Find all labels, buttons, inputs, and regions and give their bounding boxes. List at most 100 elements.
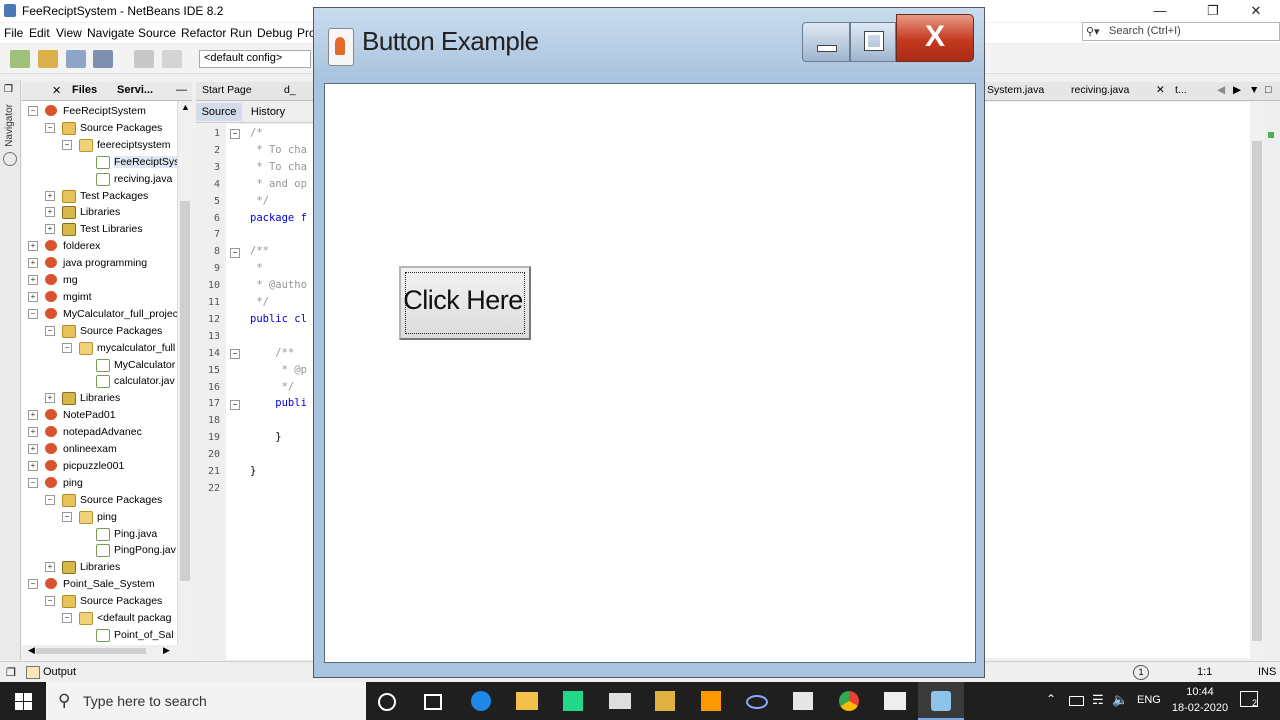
store-icon[interactable] <box>793 692 813 710</box>
mail-icon[interactable] <box>609 693 631 709</box>
volume-icon[interactable]: 🔈 <box>1112 692 1128 708</box>
menu-refactor[interactable]: Refactor <box>181 26 226 40</box>
link-icon[interactable] <box>746 695 768 709</box>
collapse-icon[interactable]: − <box>62 613 72 623</box>
wifi-icon[interactable]: ☴ <box>1092 692 1104 708</box>
tab-system-java[interactable]: System.java <box>987 84 1044 96</box>
tab-other-file[interactable]: t... <box>1175 84 1187 96</box>
menu-run[interactable]: Run <box>230 26 252 40</box>
collapse-icon[interactable]: − <box>45 494 55 505</box>
collapse-icon[interactable]: − <box>28 308 38 319</box>
collapse-icon[interactable]: − <box>62 342 72 353</box>
ide-close-icon[interactable]: ✕ <box>1236 1 1276 21</box>
tree-vertical-scrollbar[interactable]: ▲ <box>177 101 192 646</box>
tab-reciving-java[interactable]: reciving.java <box>1071 84 1129 96</box>
redo-icon[interactable] <box>162 50 182 68</box>
navigator-tab[interactable]: Navigator <box>4 104 15 147</box>
file-explorer-icon[interactable] <box>516 692 538 710</box>
editor-vertical-scrollbar[interactable] <box>1250 126 1264 656</box>
code-editor-right[interactable] <box>985 102 1250 658</box>
tab-files[interactable]: Files <box>72 84 97 96</box>
output-tab[interactable]: Output <box>43 666 76 678</box>
scroll-left-icon[interactable]: ◀ <box>28 645 35 656</box>
fold-toggle-icon[interactable]: − <box>230 349 240 359</box>
menu-view[interactable]: View <box>56 26 82 40</box>
new-file-icon[interactable] <box>10 50 30 68</box>
expand-icon[interactable]: + <box>28 444 38 454</box>
close-button[interactable]: X <box>896 14 974 62</box>
menu-debug[interactable]: Debug <box>257 26 292 40</box>
collapse-icon[interactable]: − <box>45 122 55 133</box>
code-editor[interactable]: /* * To cha * To cha * and op */ package … <box>242 124 313 660</box>
fold-toggle-icon[interactable]: − <box>230 248 240 258</box>
active-app-highlight[interactable] <box>918 682 964 720</box>
expand-icon[interactable]: + <box>45 190 55 201</box>
open-project-icon[interactable] <box>66 50 86 68</box>
minimize-panel-icon[interactable]: — <box>176 84 187 96</box>
config-select[interactable]: <default config> <box>199 50 311 68</box>
collapse-icon[interactable]: − <box>28 579 38 590</box>
expand-icon[interactable]: + <box>45 393 55 404</box>
close-tab-icon[interactable]: ✕ <box>1156 84 1165 96</box>
scroll-up-icon[interactable]: ▲ <box>181 102 190 112</box>
expand-icon[interactable]: + <box>45 562 55 573</box>
new-project-icon[interactable] <box>38 50 58 68</box>
tab-scroll-left-icon[interactable]: ◀ <box>1217 84 1225 96</box>
notifications-icon[interactable]: 1 <box>1133 665 1149 680</box>
maximize-button[interactable] <box>850 22 896 62</box>
edge-icon[interactable] <box>471 691 491 711</box>
menu-source[interactable]: Source <box>138 26 176 40</box>
horizontal-thumb[interactable] <box>36 648 146 654</box>
click-here-button[interactable]: Click Here <box>399 266 531 340</box>
language-indicator[interactable]: ENG <box>1137 694 1161 706</box>
menu-navigate[interactable]: Navigate <box>87 26 134 40</box>
sublime-icon[interactable] <box>701 691 721 711</box>
history-view-button[interactable]: History <box>246 103 290 121</box>
undo-icon[interactable] <box>134 50 154 68</box>
expand-icon[interactable]: + <box>28 258 38 269</box>
tab-list-icon[interactable]: ▼ <box>1249 84 1259 96</box>
ide-minimize-icon[interactable]: — <box>1140 1 1180 21</box>
ide-search-input[interactable]: ⚲▾ Search (Ctrl+I) <box>1082 22 1280 41</box>
services-icon[interactable] <box>3 152 17 166</box>
window-title-bar[interactable]: Button Example X <box>314 8 984 80</box>
expand-icon[interactable]: + <box>28 460 38 471</box>
notification-center-icon[interactable]: 2 <box>1240 691 1258 708</box>
collapse-icon[interactable]: − <box>62 139 72 150</box>
expand-icon[interactable]: + <box>28 291 38 302</box>
tray-chevron-icon[interactable]: ⌃ <box>1046 692 1056 706</box>
expand-icon[interactable]: + <box>28 427 38 438</box>
collapse-icon[interactable]: − <box>45 325 55 336</box>
clock-date[interactable]: 18-02-2020 <box>1170 702 1230 714</box>
ide-restore-icon[interactable]: ❐ <box>1193 1 1233 21</box>
collapse-icon[interactable]: − <box>28 477 38 488</box>
save-all-icon[interactable] <box>93 50 113 68</box>
expand-icon[interactable]: + <box>28 410 38 421</box>
cortana-icon[interactable] <box>378 693 396 711</box>
collapse-icon[interactable]: − <box>45 596 55 607</box>
pycharm-icon[interactable] <box>563 691 583 711</box>
taskbar-search-box[interactable]: ⚲ Type here to search <box>46 682 366 720</box>
collapse-icon[interactable]: − <box>62 511 72 522</box>
expand-icon[interactable]: + <box>28 275 38 285</box>
tree-horizontal-scrollbar[interactable]: ◀ ▶ <box>22 645 192 657</box>
scrollbar-thumb[interactable] <box>1252 141 1262 641</box>
collapse-icon[interactable]: − <box>28 106 38 116</box>
clock-time[interactable]: 10:44 <box>1170 686 1230 698</box>
chrome-icon[interactable] <box>839 691 859 711</box>
restore-output-icon[interactable]: ❐ <box>6 666 16 679</box>
scrollbar-thumb[interactable] <box>180 201 190 581</box>
fold-toggle-icon[interactable]: − <box>230 400 240 410</box>
source-view-button[interactable]: Source <box>196 103 242 121</box>
restore-window-icon[interactable]: ❐ <box>4 84 13 95</box>
tab-start-page[interactable]: Start Page <box>202 84 252 96</box>
expand-icon[interactable]: + <box>28 241 38 252</box>
tab-services[interactable]: Servi... <box>117 84 153 96</box>
tab-editor-file[interactable]: d_ <box>284 84 296 96</box>
fold-toggle-icon[interactable]: − <box>230 129 240 139</box>
photos-icon[interactable] <box>884 692 906 710</box>
task-view-icon[interactable] <box>424 694 442 710</box>
minimize-button[interactable] <box>802 22 850 62</box>
battery-icon[interactable] <box>1069 696 1084 706</box>
restore-editor-icon[interactable]: □ <box>1265 84 1271 96</box>
